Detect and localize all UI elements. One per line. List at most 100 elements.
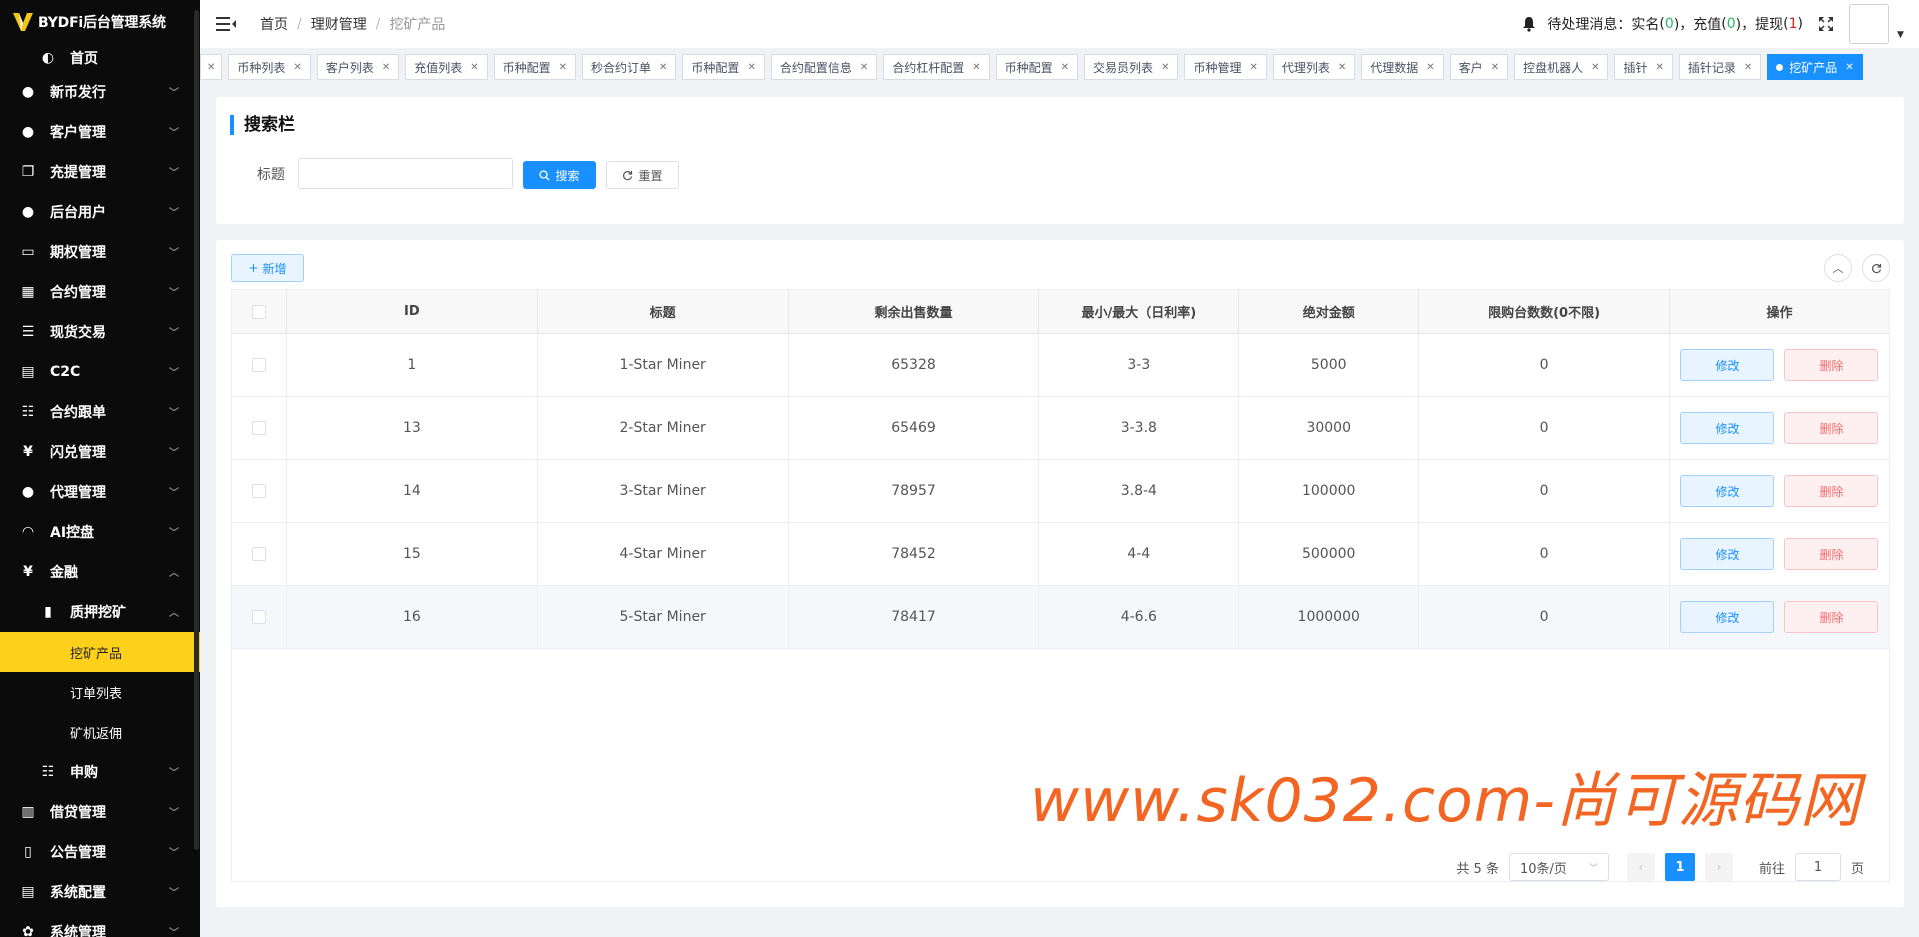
close-icon[interactable]: ✕	[1656, 62, 1664, 73]
withdraw-count[interactable]: 1	[1789, 16, 1798, 32]
close-icon[interactable]: ✕	[1491, 62, 1499, 73]
tab-0[interactable]: 币种列表 ✕	[228, 54, 311, 80]
sidebar-item-15[interactable]: 挖矿产品	[0, 632, 200, 672]
column-header-rate[interactable]: 最小/最大（日利率)	[1038, 289, 1240, 334]
close-icon[interactable]: ✕	[972, 62, 980, 73]
tab-4[interactable]: 秒合约订单 ✕	[582, 54, 677, 80]
edit-button[interactable]: 修改	[1680, 538, 1775, 570]
close-icon[interactable]: ✕	[559, 62, 567, 73]
tag-overflow[interactable]: ✕	[200, 54, 223, 80]
next-page-button[interactable]: ›	[1704, 853, 1733, 881]
sidebar-item-18[interactable]: ☷ 申购 ﹀	[0, 752, 200, 792]
recharge-label[interactable]: 充值	[1693, 14, 1721, 34]
close-icon[interactable]: ✕	[293, 62, 301, 73]
tab-10[interactable]: 币种管理 ✕	[1184, 54, 1267, 80]
tab-3[interactable]: 币种配置 ✕	[493, 54, 577, 80]
sidebar-item-5[interactable]: ▭ 期权管理 ﹀	[0, 232, 200, 272]
delete-button[interactable]: 删除	[1784, 349, 1879, 381]
close-icon[interactable]: ✕	[1061, 62, 1069, 73]
sidebar-item-20[interactable]: ▯ 公告管理 ﹀	[0, 832, 200, 872]
goto-page-input[interactable]: 1	[1794, 853, 1841, 881]
toggle-search-button[interactable]: ︿	[1824, 254, 1852, 282]
close-icon[interactable]: ✕	[659, 62, 667, 73]
close-icon[interactable]: ✕	[860, 62, 868, 73]
edit-button[interactable]: 修改	[1680, 412, 1775, 444]
close-icon[interactable]: ✕	[1161, 62, 1169, 73]
tab-17[interactable]: 挖矿产品 ✕	[1767, 54, 1863, 80]
page-size-select[interactable]: 10条/页 ﹀	[1508, 853, 1609, 881]
edit-button[interactable]: 修改	[1680, 601, 1775, 633]
sidebar-item-2[interactable]: ● 客户管理 ﹀	[0, 112, 200, 152]
sidebar-item-13[interactable]: ¥ 金融 ︿	[0, 552, 200, 592]
column-header-limit[interactable]: 限购台数数(0不限)	[1418, 289, 1670, 334]
tab-15[interactable]: 插针 ✕	[1614, 54, 1673, 80]
sidebar-item-6[interactable]: ▦ 合约管理 ﹀	[0, 272, 200, 312]
tab-9[interactable]: 交易员列表 ✕	[1084, 54, 1179, 80]
sidebar-item-16[interactable]: 订单列表	[0, 672, 200, 712]
close-icon[interactable]: ✕	[1249, 62, 1257, 73]
tab-12[interactable]: 代理数据 ✕	[1361, 54, 1444, 80]
column-header-title[interactable]: 标题	[536, 289, 789, 334]
add-button[interactable]: + 新增	[231, 254, 304, 282]
sidebar-item-7[interactable]: ☰ 现货交易 ﹀	[0, 312, 200, 352]
column-header-id[interactable]: ID	[285, 289, 538, 334]
row-checkbox[interactable]	[251, 358, 266, 372]
close-icon[interactable]: ✕	[1338, 62, 1346, 73]
delete-button[interactable]: 删除	[1784, 601, 1879, 633]
avatar[interactable]	[1849, 4, 1889, 44]
tab-8[interactable]: 币种配置 ✕	[995, 54, 1079, 80]
sidebar-item-22[interactable]: ✿ 系统管理 ﹀	[0, 912, 200, 937]
fullscreen-icon[interactable]	[1817, 15, 1835, 33]
close-icon[interactable]: ✕	[1744, 62, 1752, 73]
tab-1[interactable]: 客户列表 ✕	[316, 54, 400, 80]
caret-down-icon[interactable]: ▼	[1897, 30, 1907, 40]
prev-page-button[interactable]: ‹	[1626, 853, 1655, 881]
close-icon[interactable]: ✕	[1426, 62, 1434, 73]
bell-icon[interactable]	[1521, 16, 1537, 32]
realname-label[interactable]: 实名	[1631, 14, 1659, 34]
sidebar-item-12[interactable]: ◠ AI控盘 ﹀	[0, 512, 200, 552]
row-checkbox[interactable]	[251, 547, 266, 561]
close-icon[interactable]: ✕	[1591, 62, 1599, 73]
recharge-count[interactable]: 0	[1727, 16, 1736, 32]
menu-fold-icon[interactable]	[216, 15, 236, 33]
sidebar-item-11[interactable]: ● 代理管理 ﹀	[0, 472, 200, 512]
sidebar-scrollbar[interactable]	[194, 10, 199, 850]
sidebar-item-19[interactable]: ▥ 借贷管理 ﹀	[0, 792, 200, 832]
tab-7[interactable]: 合约杠杆配置 ✕	[883, 54, 990, 80]
sidebar-item-14[interactable]: ▮ 质押挖矿 ︿	[0, 592, 200, 632]
row-checkbox[interactable]	[251, 421, 266, 435]
close-icon[interactable]: ✕	[1845, 62, 1853, 73]
tab-5[interactable]: 币种配置 ✕	[682, 54, 765, 80]
search-button[interactable]: 搜索	[523, 161, 596, 189]
sidebar-item-10[interactable]: ¥ 闪兑管理 ﹀	[0, 432, 200, 472]
tab-11[interactable]: 代理列表 ✕	[1272, 54, 1356, 80]
close-icon[interactable]: ✕	[747, 62, 755, 73]
column-header-amount[interactable]: 绝对金额	[1238, 289, 1420, 334]
delete-button[interactable]: 删除	[1784, 538, 1879, 570]
sidebar-item-0[interactable]: ◐ 首页	[0, 44, 200, 72]
breadcrumb-finance[interactable]: 理财管理	[311, 14, 367, 34]
sidebar-item-21[interactable]: ▤ 系统配置 ﹀	[0, 872, 200, 912]
close-icon[interactable]: ✕	[470, 62, 478, 73]
breadcrumb-home[interactable]: 首页	[260, 14, 288, 34]
tab-13[interactable]: 客户 ✕	[1449, 54, 1509, 80]
edit-button[interactable]: 修改	[1680, 349, 1775, 381]
tab-6[interactable]: 合约配置信息 ✕	[770, 54, 878, 80]
realname-count[interactable]: 0	[1665, 16, 1674, 32]
delete-button[interactable]: 删除	[1784, 475, 1879, 507]
sidebar-item-8[interactable]: ▤ C2C ﹀	[0, 352, 200, 392]
sidebar-item-4[interactable]: ● 后台用户 ﹀	[0, 192, 200, 232]
page-number-current[interactable]: 1	[1664, 853, 1695, 881]
edit-button[interactable]: 修改	[1680, 475, 1775, 507]
column-header-remaining[interactable]: 剩余出售数量	[787, 289, 1040, 334]
withdraw-label[interactable]: 提现	[1755, 14, 1783, 34]
tab-16[interactable]: 插针记录 ✕	[1678, 54, 1762, 80]
title-search-input[interactable]	[298, 158, 513, 189]
select-all-checkbox[interactable]	[251, 304, 266, 319]
close-icon[interactable]: ✕	[382, 62, 390, 73]
sidebar-item-9[interactable]: ☷ 合约跟单 ﹀	[0, 392, 200, 432]
refresh-table-button[interactable]	[1862, 254, 1890, 282]
reset-button[interactable]: 重置	[606, 161, 679, 189]
tab-14[interactable]: 控盘机器人 ✕	[1514, 54, 1609, 80]
